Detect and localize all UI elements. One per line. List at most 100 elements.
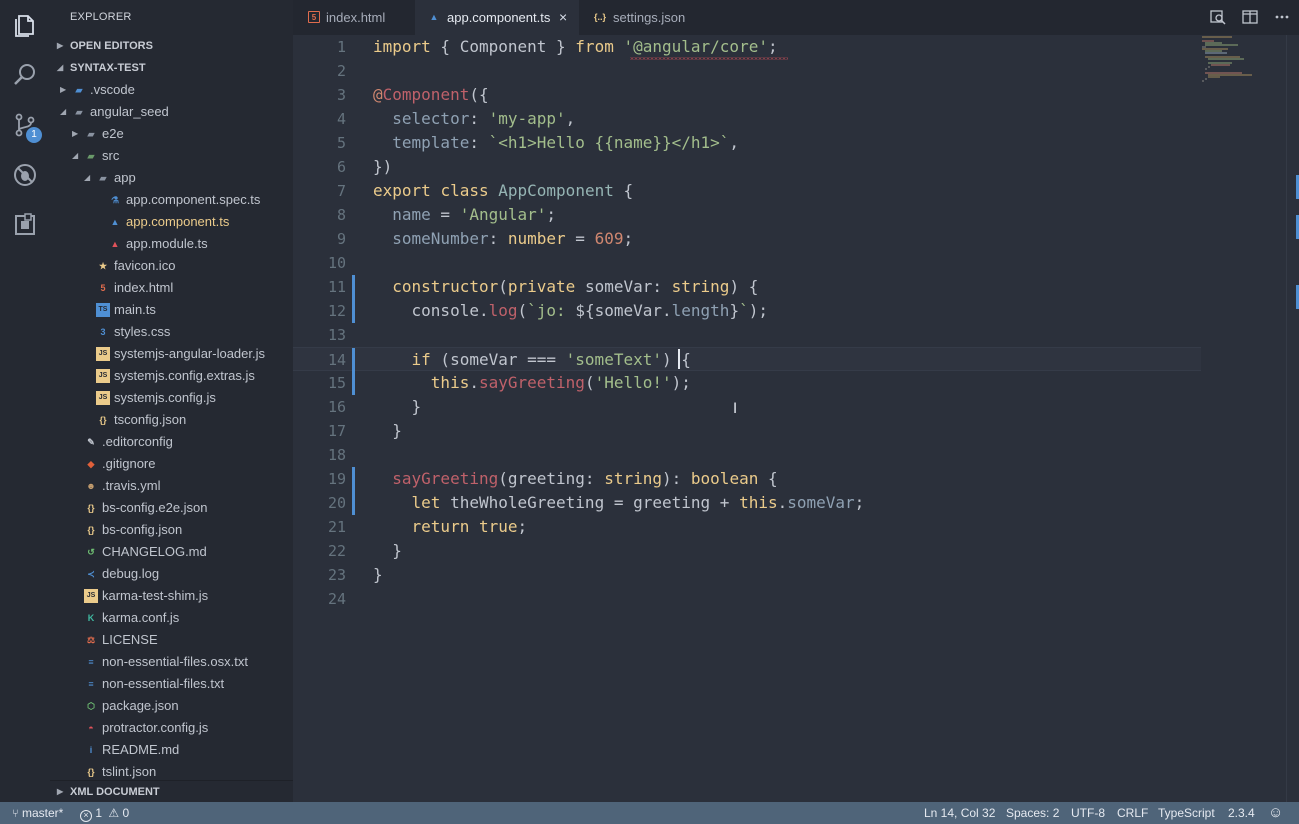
line-number: 17 [327, 422, 346, 440]
code-editor[interactable]: 1 import { Component } from '@angular/cor… [293, 35, 1286, 802]
cursor-position[interactable]: Ln 14, Col 32 [924, 802, 995, 824]
folder-icon: ▰ [75, 107, 83, 117]
tree-item[interactable]: ⬡ package.json [50, 695, 293, 717]
tree-item[interactable]: ▲ app.module.ts [50, 233, 293, 255]
line-number: 18 [327, 446, 346, 464]
split-editor-icon[interactable] [1242, 9, 1258, 25]
chevron-down-icon: ◢ [60, 107, 67, 116]
code-token: someVar [787, 493, 855, 512]
ts-version[interactable]: 2.3.4 [1228, 802, 1255, 824]
code-text: this.sayGreeting('Hello!'); [373, 371, 691, 395]
text-file-icon: ≡ [88, 657, 94, 667]
more-actions-icon[interactable] [1274, 9, 1290, 25]
minimap[interactable] [1202, 35, 1286, 95]
tree-item[interactable]: ⚗ app.component.spec.ts [50, 189, 293, 211]
tree-item[interactable]: {} bs-config.e2e.json [50, 497, 293, 519]
close-icon[interactable]: × [559, 0, 567, 35]
editor-scrollbar[interactable] [1286, 35, 1299, 802]
tree-item[interactable]: TS main.ts [50, 299, 293, 321]
line-number: 3 [336, 86, 346, 104]
code-text: return true; [373, 515, 528, 539]
tree-item-label: LICENSE [102, 632, 158, 647]
search-icon[interactable] [0, 50, 50, 100]
code-line: 19 sayGreeting(greeting: string): boolea… [293, 467, 1286, 491]
tree-item[interactable]: JS karma-test-shim.js [50, 585, 293, 607]
tree-item[interactable]: JS systemjs-angular-loader.js [50, 343, 293, 365]
javascript-icon: JS [96, 347, 110, 361]
tree-item[interactable]: ◢ ▰ angular_seed [50, 101, 293, 123]
tree-item[interactable]: {} tsconfig.json [50, 409, 293, 431]
editorconfig-icon: ✎ [87, 437, 95, 447]
tab-label: settings.json [613, 10, 686, 25]
tab-settings-json[interactable]: {..} settings.json [579, 0, 705, 35]
extensions-icon[interactable] [0, 200, 50, 250]
tree-item[interactable]: i README.md [50, 739, 293, 761]
line-ending[interactable]: CRLF [1117, 802, 1148, 824]
tree-item[interactable]: ≡ non-essential-files.txt [50, 673, 293, 695]
source-control-icon[interactable]: 1 [0, 100, 50, 150]
tree-item[interactable]: ≡ non-essential-files.osx.txt [50, 651, 293, 673]
language-mode[interactable]: TypeScript [1158, 802, 1215, 824]
tree-item[interactable]: ◢ ▰ src [50, 145, 293, 167]
tree-item[interactable]: 5 index.html [50, 277, 293, 299]
tree-item[interactable]: ↺ CHANGELOG.md [50, 541, 293, 563]
tree-item[interactable]: 3 styles.css [50, 321, 293, 343]
xml-document-section[interactable]: ▶ XML DOCUMENT [50, 781, 293, 802]
debug-icon[interactable] [0, 150, 50, 200]
code-token: ( [517, 301, 528, 320]
error-squiggle [630, 57, 788, 60]
open-changes-icon[interactable] [1210, 9, 1226, 25]
code-token: @ [373, 85, 383, 104]
code-token: boolean [690, 469, 759, 488]
tree-item-label: angular_seed [90, 104, 169, 119]
chevron-right-icon: ▶ [57, 41, 64, 50]
tree-item[interactable]: JS systemjs.config.js [50, 387, 293, 409]
tree-item[interactable]: ▲ app.component.ts [50, 211, 293, 233]
code-token: selector [392, 109, 470, 128]
tab-bar: 5 index.html ▲ app.component.ts × {..} s… [293, 0, 1299, 35]
code-token: sayGreeting [478, 373, 585, 392]
problems-indicator[interactable]: × 1 ⚠ 0 [80, 802, 129, 824]
code-token: ( [498, 277, 508, 296]
tree-item[interactable]: ▶ ▰ .vscode [50, 79, 293, 101]
tree-item-label: app.module.ts [126, 236, 208, 251]
git-modified-marker [352, 371, 355, 395]
tree-item[interactable]: {} bs-config.json [50, 519, 293, 541]
line-number: 22 [327, 542, 346, 560]
code-line: 3 @Component({ [293, 83, 1286, 107]
tree-item[interactable]: Kkarma.conf.js [50, 607, 293, 629]
tab-label: app.component.ts [447, 10, 551, 25]
code-line: 16 } [293, 395, 1286, 419]
status-bar: ⑂ master* × 1 ⚠ 0 Ln 14, Col 32 Spaces: … [0, 802, 1299, 824]
tab-index-html[interactable]: 5 index.html [293, 0, 415, 35]
tree-item[interactable]: ◆ .gitignore [50, 453, 293, 475]
code-token: console. [411, 301, 489, 320]
tree-item[interactable]: ≺ debug.log [50, 563, 293, 585]
tree-item[interactable]: ⚖ LICENSE [50, 629, 293, 651]
tree-item[interactable]: ✎ .editorconfig [50, 431, 293, 453]
tree-item[interactable]: JS systemjs.config.extras.js [50, 365, 293, 387]
project-section[interactable]: ◢ SYNTAX-TEST [50, 57, 293, 79]
encoding[interactable]: UTF-8 [1071, 802, 1105, 824]
source-control-badge: 1 [26, 127, 42, 143]
tree-item[interactable]: ◢ ▰ app [50, 167, 293, 189]
tab-app-component-ts[interactable]: ▲ app.component.ts × [415, 0, 579, 35]
code-token: ${someVar. [575, 301, 672, 320]
explorer-icon[interactable] [0, 0, 50, 50]
code-token: ); [748, 301, 768, 320]
branch-indicator[interactable]: ⑂ master* [12, 802, 63, 824]
tree-item[interactable]: ◓ protractor.config.js [50, 717, 293, 739]
code-token: ( [584, 373, 595, 392]
code-token: } [729, 301, 740, 320]
css3-icon: 3 [100, 327, 106, 337]
indentation[interactable]: Spaces: 2 [1006, 802, 1059, 824]
open-editors-section[interactable]: ▶ OPEN EDITORS [50, 35, 293, 57]
code-text: name = 'Angular'; [373, 203, 556, 227]
feedback-smiley-icon[interactable]: ☺ [1268, 802, 1283, 824]
tree-item[interactable]: ★ favicon.ico [50, 255, 293, 277]
tree-item[interactable]: ☻ .travis.yml [50, 475, 293, 497]
code-token: string [604, 469, 662, 488]
tree-item[interactable]: ▶ ▰ e2e [50, 123, 293, 145]
